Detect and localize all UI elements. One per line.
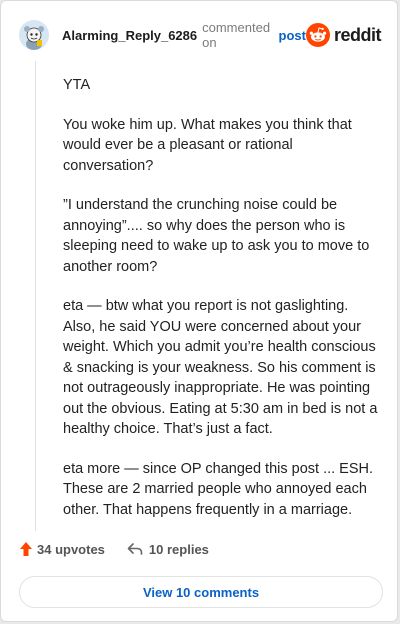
comment-actions: 34 upvotes 10 replies — [19, 541, 209, 557]
reddit-logo-icon — [305, 23, 330, 47]
comment-card: Alarming_Reply_6286 commented on post re… — [0, 0, 398, 622]
thread-line — [35, 61, 36, 531]
upvote-count: 34 upvotes — [37, 541, 105, 557]
user-avatar[interactable] — [19, 20, 49, 50]
comment-paragraph: eta — btw what you report is not gasligh… — [63, 298, 378, 437]
upvote-button[interactable]: 34 upvotes — [19, 541, 105, 557]
replies-button[interactable]: 10 replies — [127, 542, 209, 557]
commented-on-text: commented on — [202, 20, 271, 50]
post-link[interactable]: post — [279, 28, 306, 43]
replies-count: 10 replies — [148, 541, 209, 557]
comment-paragraph: YTA — [63, 77, 91, 93]
comment-header: Alarming_Reply_6286 commented on post re… — [19, 17, 382, 53]
reply-arrow-icon — [127, 543, 143, 555]
upvote-arrow-icon — [20, 542, 32, 556]
view-comments-button[interactable]: View 10 comments — [19, 576, 383, 608]
comment-body: YTA You woke him up. What makes you thin… — [63, 75, 381, 539]
comment-paragraph: You woke him up. What makes you think th… — [63, 116, 352, 174]
username[interactable]: Alarming_Reply_6286 — [62, 28, 197, 43]
reddit-wordmark: reddit — [333, 24, 382, 45]
comment-paragraph: ”I understand the crunching noise could … — [63, 197, 370, 275]
reddit-brand[interactable]: reddit — [305, 23, 382, 47]
snoo-avatar-icon — [19, 20, 49, 50]
comment-paragraph: eta more — since OP changed this post ..… — [63, 460, 374, 518]
